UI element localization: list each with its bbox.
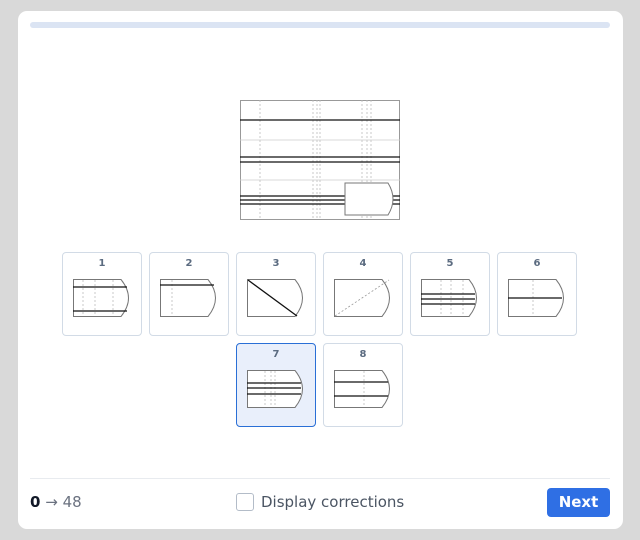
option-4[interactable]: 4	[323, 252, 403, 336]
option-3[interactable]: 3	[236, 252, 316, 336]
option-number: 2	[185, 258, 193, 269]
question-image	[240, 100, 400, 220]
arrow-icon: →	[45, 493, 58, 511]
option-8[interactable]: 8	[323, 343, 403, 427]
option-number: 1	[98, 258, 106, 269]
next-button[interactable]: Next	[547, 488, 610, 517]
option-6[interactable]: 6	[497, 252, 577, 336]
option-number: 5	[446, 258, 454, 269]
option-shape-image	[247, 279, 303, 317]
option-number: 4	[359, 258, 367, 269]
display-corrections-label: Display corrections	[261, 493, 405, 511]
option-number: 8	[359, 349, 367, 360]
option-number: 3	[272, 258, 280, 269]
display-corrections-toggle[interactable]: Display corrections	[236, 493, 404, 511]
option-1[interactable]: 1	[62, 252, 142, 336]
option-shape-image	[334, 370, 390, 408]
current-count: 0	[30, 493, 41, 511]
option-shape-image	[160, 279, 216, 317]
option-7[interactable]: 7	[236, 343, 316, 427]
option-shape-image	[73, 279, 129, 317]
quiz-card: 1 2 3 4 5 6 7 8 0 → 48 Display corrections Next	[18, 11, 623, 529]
option-number: 7	[272, 349, 280, 360]
option-number: 6	[533, 258, 541, 269]
option-2[interactable]: 2	[149, 252, 229, 336]
display-corrections-checkbox[interactable]	[236, 493, 254, 511]
question-counter: 0 → 48	[30, 493, 82, 511]
total-count: 48	[62, 493, 82, 511]
option-shape-image	[334, 279, 390, 317]
option-5[interactable]: 5	[410, 252, 490, 336]
option-shape-image	[508, 279, 564, 317]
progress-bar	[30, 22, 610, 28]
option-shape-image	[247, 370, 303, 408]
option-shape-image	[421, 279, 477, 317]
footer-divider	[30, 478, 610, 479]
